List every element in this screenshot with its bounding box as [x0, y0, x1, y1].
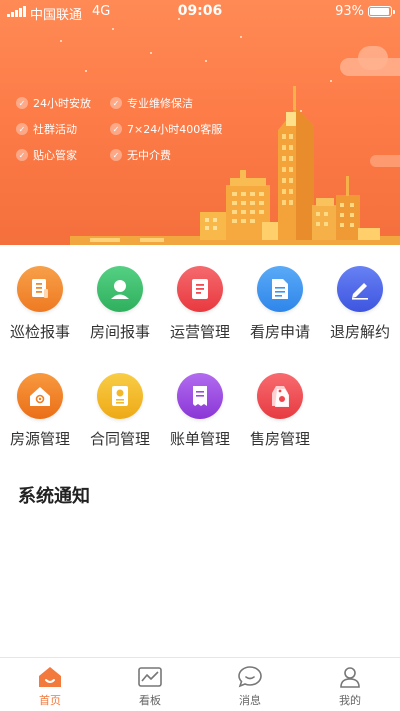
system-notice-title: 系统通知: [18, 486, 90, 507]
menu-item-label: 巡检报事: [9, 323, 70, 341]
tab-dashboard[interactable]: 看板: [100, 658, 200, 711]
city-skyline-illustration: [70, 86, 400, 245]
menu-item-contract[interactable]: 合同管理: [80, 373, 160, 449]
sales-tag-icon: [257, 373, 303, 419]
operations-icon: [177, 266, 223, 312]
room-report-icon: [97, 266, 143, 312]
menu-item-label: 看房申请: [249, 323, 310, 341]
tab-messages[interactable]: 消息: [200, 658, 300, 711]
property-icon: [17, 373, 63, 419]
hero-banner: 中国联通 4G 09:06 93% ✓ 24小时安放 ✓ 专业维修保洁 ✓ 社群活动 …: [0, 0, 400, 245]
tab-home[interactable]: 首页: [0, 658, 100, 711]
menu-item-property[interactable]: 房源管理: [0, 373, 80, 449]
profile-icon: [336, 664, 364, 690]
checkout-icon: [337, 266, 383, 312]
home-icon: [36, 664, 64, 690]
contract-icon: [97, 373, 143, 419]
menu-item-label: 退房解约: [329, 323, 390, 341]
menu-item-label: 运营管理: [169, 323, 230, 341]
message-icon: [236, 664, 264, 690]
menu-item-label: 账单管理: [169, 430, 230, 448]
inspection-report-icon: [17, 266, 63, 312]
menu-item-inspection-report[interactable]: 巡检报事: [0, 266, 80, 342]
menu-item-room-report[interactable]: 房间报事: [80, 266, 160, 342]
menu-item-label: 合同管理: [89, 430, 150, 448]
menu-item-viewing-request[interactable]: 看房申请: [240, 266, 320, 342]
menu-item-label: 房间报事: [89, 323, 150, 341]
dashboard-icon: [136, 664, 164, 690]
viewing-request-icon: [257, 266, 303, 312]
bill-icon: [177, 373, 223, 419]
tab-label: 看板: [139, 694, 161, 707]
menu-item-sales[interactable]: 售房管理: [240, 373, 320, 449]
menu-item-bill[interactable]: 账单管理: [160, 373, 240, 449]
menu-item-label: 房源管理: [9, 430, 70, 448]
tab-profile[interactable]: 我的: [300, 658, 400, 711]
menu-item-checkout[interactable]: 退房解约: [320, 266, 400, 342]
menu-item-operations[interactable]: 运营管理: [160, 266, 240, 342]
tab-label: 我的: [339, 694, 361, 707]
tab-label: 消息: [239, 694, 261, 707]
bottom-tab-bar: 首页 看板 消息 我的: [0, 657, 400, 711]
tab-label: 首页: [39, 694, 61, 707]
menu-item-label: 售房管理: [249, 430, 310, 448]
